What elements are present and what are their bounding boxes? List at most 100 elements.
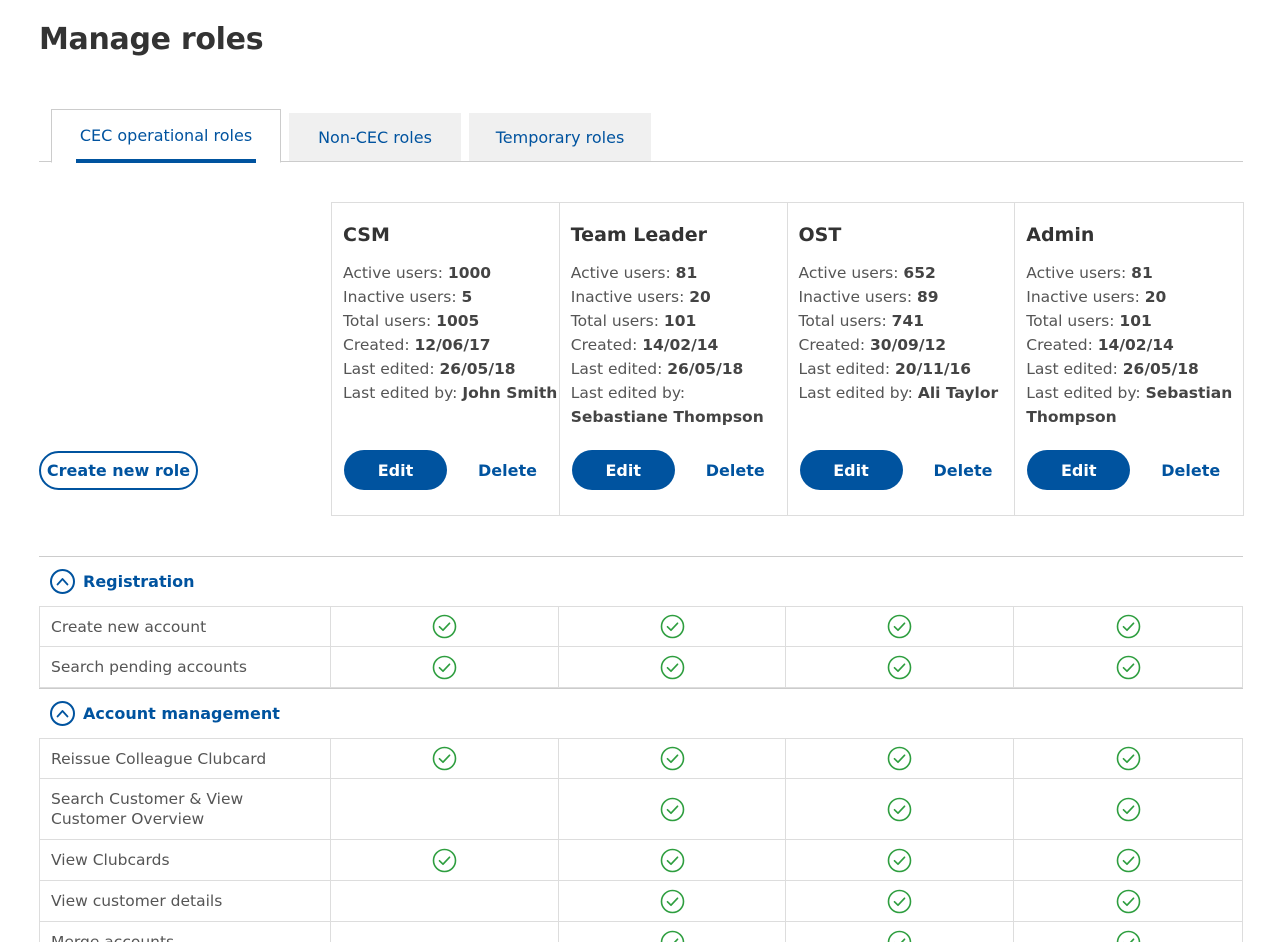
edit-button[interactable]: Edit [1027,450,1131,490]
edit-button[interactable]: Edit [571,450,675,490]
delete-link[interactable]: Delete [934,461,993,480]
stat-inactive-users: Inactive users: 20 [1026,288,1167,306]
permission-cell [786,647,1015,687]
check-circle-icon [660,655,685,680]
permission-cell [1014,922,1242,942]
stat-last-edited: Last edited: 20/11/16 [798,360,972,378]
permission-cell [559,840,787,880]
stat-active-users: Active users: 81 [570,264,698,282]
permission-cell [331,647,559,687]
check-circle-icon [1116,797,1141,822]
card-actions: Edit Delete [1027,450,1220,490]
check-circle-icon [1116,614,1141,639]
stat-inactive-users: Inactive users: 89 [798,288,939,306]
check-circle-icon [660,848,685,873]
permission-cell [1014,840,1242,880]
role-card-admin: Admin Active users: 81 Inactive users: 2… [1015,203,1243,515]
chevron-up-circle-icon[interactable] [50,701,75,726]
card-actions: Edit Delete [344,450,537,490]
permission-cell [331,739,559,778]
tab-cec-operational-roles[interactable]: CEC operational roles [51,109,281,163]
check-circle-icon [660,889,685,914]
stat-created: Created: 14/02/14 [1026,336,1174,354]
permission-cell [1014,647,1242,687]
table-row: Search Customer & View Customer Overview [39,779,1243,840]
check-circle-icon [887,655,912,680]
delete-link[interactable]: Delete [1161,461,1220,480]
card-actions: Edit Delete [571,450,765,490]
check-circle-icon [660,746,685,771]
stat-inactive-users: Inactive users: 5 [343,288,473,306]
permission-cell [559,881,787,921]
permissions-matrix: Registration Create new account Search pen… [39,556,1243,942]
tab-temporary-roles[interactable]: Temporary roles [469,113,651,161]
table-row: Search pending accounts [39,647,1243,688]
tab-label: Non-CEC roles [318,127,432,147]
chevron-up-circle-icon[interactable] [50,569,75,594]
role-name: CSM [343,224,390,246]
permission-cell [559,922,787,942]
permission-cell [331,881,559,921]
permission-cell [1014,881,1242,921]
permission-cell [1014,779,1242,839]
check-circle-icon [1116,889,1141,914]
table-row: Merge accounts [39,922,1243,942]
permission-cell [1014,739,1242,778]
permission-cell [559,607,787,646]
role-card-ost: OST Active users: 652 Inactive users: 89… [788,203,1016,515]
check-circle-icon [1116,930,1141,942]
stat-active-users: Active users: 652 [798,264,936,282]
tab-label: Temporary roles [495,127,625,147]
stat-created: Created: 12/06/17 [343,336,491,354]
check-circle-icon [1116,746,1141,771]
permission-label: Search pending accounts [40,647,331,687]
section-title: Account management [83,704,280,723]
permission-label: Search Customer & View Customer Overview [40,779,331,839]
permission-cell [786,840,1015,880]
permission-label: Reissue Colleague Clubcard [40,739,331,778]
stat-inactive-users: Inactive users: 20 [570,288,711,306]
stat-last-edited-by: Last edited by: Ali Taylor [798,384,999,402]
check-circle-icon [432,746,457,771]
table-row: View customer details [39,881,1243,922]
table-row: Reissue Colleague Clubcard [39,738,1243,779]
section-header[interactable]: Registration [39,556,1243,606]
role-name: Admin [1026,224,1095,246]
table-row: Create new account [39,606,1243,647]
create-new-role-button[interactable]: Create new role [39,451,198,490]
stat-last-edited-by: Last edited by: Sebastiane Thompson [570,384,764,426]
permission-label: Create new account [40,607,331,646]
check-circle-icon [432,848,457,873]
stat-created: Created: 14/02/14 [570,336,719,354]
check-circle-icon [660,797,685,822]
delete-link[interactable]: Delete [706,461,765,480]
edit-button[interactable]: Edit [344,450,447,490]
permission-rows: Reissue Colleague Clubcard Search Custome… [39,738,1243,942]
delete-link[interactable]: Delete [478,461,537,480]
check-circle-icon [1116,655,1141,680]
check-circle-icon [887,848,912,873]
role-cards: CSM Active users: 1000 Inactive users: 5… [331,202,1244,516]
section-header[interactable]: Account management [39,688,1243,738]
stat-last-edited-by: Last edited by: John Smith [343,384,558,402]
permission-cell [559,647,787,687]
check-circle-icon [1116,848,1141,873]
permission-cell [786,739,1015,778]
stat-active-users: Active users: 1000 [343,264,492,282]
check-circle-icon [887,746,912,771]
section-title: Registration [83,572,195,591]
stat-active-users: Active users: 81 [1026,264,1153,282]
role-tabs: CEC operational roles Non-CEC roles Temp… [39,109,1243,163]
permission-label: View customer details [40,881,331,921]
role-name: OST [798,224,842,246]
stat-last-edited-by: Last edited by: Sebastian Thompson [1026,384,1233,426]
role-card-csm: CSM Active users: 1000 Inactive users: 5… [332,203,560,515]
permission-cell [786,607,1015,646]
stat-last-edited: Last edited: 26/05/18 [343,360,516,378]
permission-cell [331,779,559,839]
stat-total-users: Total users: 101 [1026,312,1152,330]
page-title: Manage roles [39,22,264,57]
role-card-team-leader: Team Leader Active users: 81 Inactive us… [560,203,788,515]
tab-non-cec-roles[interactable]: Non-CEC roles [289,113,461,161]
edit-button[interactable]: Edit [799,450,903,490]
